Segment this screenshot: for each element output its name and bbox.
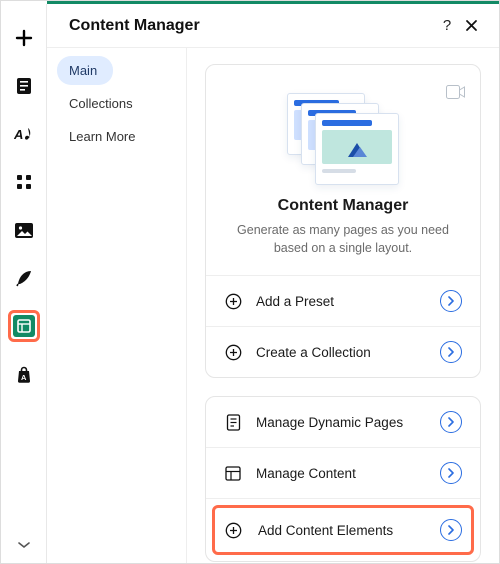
action-add-preset[interactable]: Add a Preset: [206, 275, 480, 326]
add-button[interactable]: [8, 22, 40, 54]
action-label: Add Content Elements: [258, 523, 426, 538]
action-label: Manage Dynamic Pages: [256, 415, 426, 430]
go-icon: [440, 411, 462, 433]
action-label: Add a Preset: [256, 294, 426, 309]
nav-main[interactable]: Main: [57, 56, 113, 85]
panel-header: Content Manager ?: [47, 4, 499, 48]
content-manager-toolbar-button[interactable]: [8, 310, 40, 342]
plus-circle-icon: [224, 292, 242, 310]
page-icon: [224, 413, 242, 431]
manage-card: Manage Dynamic Pages Manage Content: [205, 396, 481, 562]
nav-collections[interactable]: Collections: [57, 89, 145, 118]
svg-text:A: A: [21, 373, 27, 382]
plus-circle-icon: [224, 343, 242, 361]
go-icon: [440, 519, 462, 541]
chevron-down-icon[interactable]: [8, 533, 40, 557]
media-icon[interactable]: [8, 214, 40, 246]
action-label: Create a Collection: [256, 345, 426, 360]
video-icon[interactable]: [446, 85, 466, 99]
panel-title: Content Manager: [69, 17, 435, 35]
store-icon[interactable]: A: [8, 358, 40, 390]
action-create-collection[interactable]: Create a Collection: [206, 326, 480, 377]
svg-text:A: A: [14, 127, 23, 142]
close-button[interactable]: [459, 14, 483, 38]
left-toolbar: A A: [1, 4, 47, 563]
action-add-content-elements[interactable]: Add Content Elements: [206, 498, 480, 561]
illustration: [283, 91, 403, 183]
go-icon: [440, 462, 462, 484]
intro-subtitle: Generate as many pages as you need based…: [233, 221, 453, 257]
design-icon[interactable]: A: [8, 118, 40, 150]
nav-learn-more[interactable]: Learn More: [57, 122, 147, 151]
plus-circle-icon: [224, 521, 242, 539]
help-button[interactable]: ?: [435, 14, 459, 38]
action-manage-content[interactable]: Manage Content: [206, 447, 480, 498]
panel-content: Content Manager Generate as many pages a…: [187, 48, 499, 563]
intro-title: Content Manager: [278, 197, 409, 215]
action-label: Manage Content: [256, 466, 426, 481]
pages-icon[interactable]: [8, 70, 40, 102]
intro-card: Content Manager Generate as many pages a…: [205, 64, 481, 378]
table-icon: [224, 464, 242, 482]
blog-icon[interactable]: [8, 262, 40, 294]
apps-icon[interactable]: [8, 166, 40, 198]
panel-nav: Main Collections Learn More: [47, 48, 187, 563]
go-icon: [440, 290, 462, 312]
go-icon: [440, 341, 462, 363]
action-manage-dynamic-pages[interactable]: Manage Dynamic Pages: [206, 397, 480, 447]
